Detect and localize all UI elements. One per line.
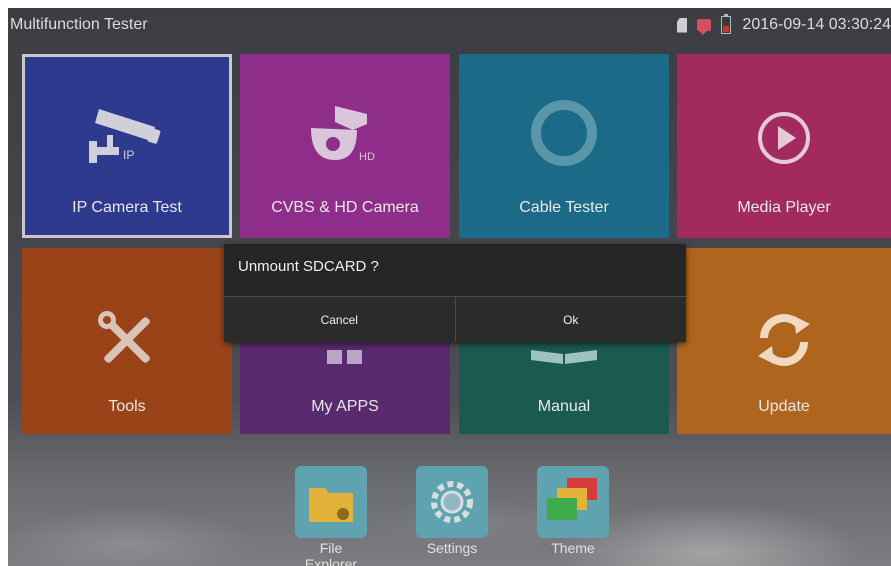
message-icon: [697, 19, 711, 35]
ok-button[interactable]: Ok: [454, 297, 686, 342]
tile-label: Tools: [108, 398, 146, 415]
dock-label: Theme: [551, 540, 595, 556]
tile-label: Cable Tester: [519, 199, 609, 216]
dock-theme[interactable]: Theme: [536, 466, 610, 556]
tile-ip-camera-test[interactable]: IP IP Camera Test: [22, 54, 232, 238]
ptz-camera-icon: HD: [311, 106, 375, 163]
dialog-message: Unmount SDCARD ?: [238, 258, 379, 275]
cable-coil-icon: [531, 100, 597, 166]
tile-update[interactable]: Update: [677, 248, 891, 434]
folder-icon: [295, 466, 367, 538]
status-icons: [677, 14, 731, 35]
ip-camera-icon: IP: [89, 109, 161, 163]
tile-label: Update: [758, 398, 810, 415]
play-icon: [758, 112, 810, 164]
tile-label: Media Player: [737, 199, 831, 216]
tile-label: IP Camera Test: [72, 199, 182, 216]
tile-tools[interactable]: Tools: [22, 248, 232, 434]
tools-icon: [98, 311, 150, 363]
tile-cvbs-hd-camera[interactable]: HD CVBS & HD Camera: [240, 54, 450, 238]
dock-label: Settings: [426, 540, 478, 556]
app-title: Multifunction Tester: [10, 16, 148, 33]
apps-icon: [327, 350, 362, 364]
ip-badge: IP: [123, 148, 134, 162]
dialog-buttons: Cancel Ok: [224, 297, 686, 342]
tile-cable-tester[interactable]: Cable Tester: [459, 54, 669, 238]
tile-label: CVBS & HD Camera: [271, 199, 419, 216]
dock-label: File Explorer: [304, 540, 358, 566]
gear-icon: [416, 466, 488, 538]
battery-icon: [721, 14, 731, 34]
refresh-icon: [758, 314, 810, 366]
tile-media-player[interactable]: Media Player: [677, 54, 891, 238]
tile-label: Manual: [537, 398, 591, 415]
dock-file-explorer[interactable]: File Explorer: [294, 466, 368, 566]
unmount-dialog: Unmount SDCARD ? Cancel Ok: [224, 244, 686, 342]
status-clock: 2016-09-14 03:30:24: [742, 16, 891, 33]
sdcard-icon: [677, 17, 687, 33]
cancel-button[interactable]: Cancel: [224, 297, 455, 342]
dock-settings[interactable]: Settings: [415, 466, 489, 556]
tile-label: My APPS: [311, 398, 379, 415]
book-icon: [531, 350, 597, 364]
theme-icon: [537, 466, 609, 538]
hd-badge: HD: [359, 151, 375, 163]
status-bar: Multifunction Tester 2016-09-14 03:30:24: [8, 8, 891, 42]
device-screen: Multifunction Tester 2016-09-14 03:30:24…: [8, 8, 891, 566]
